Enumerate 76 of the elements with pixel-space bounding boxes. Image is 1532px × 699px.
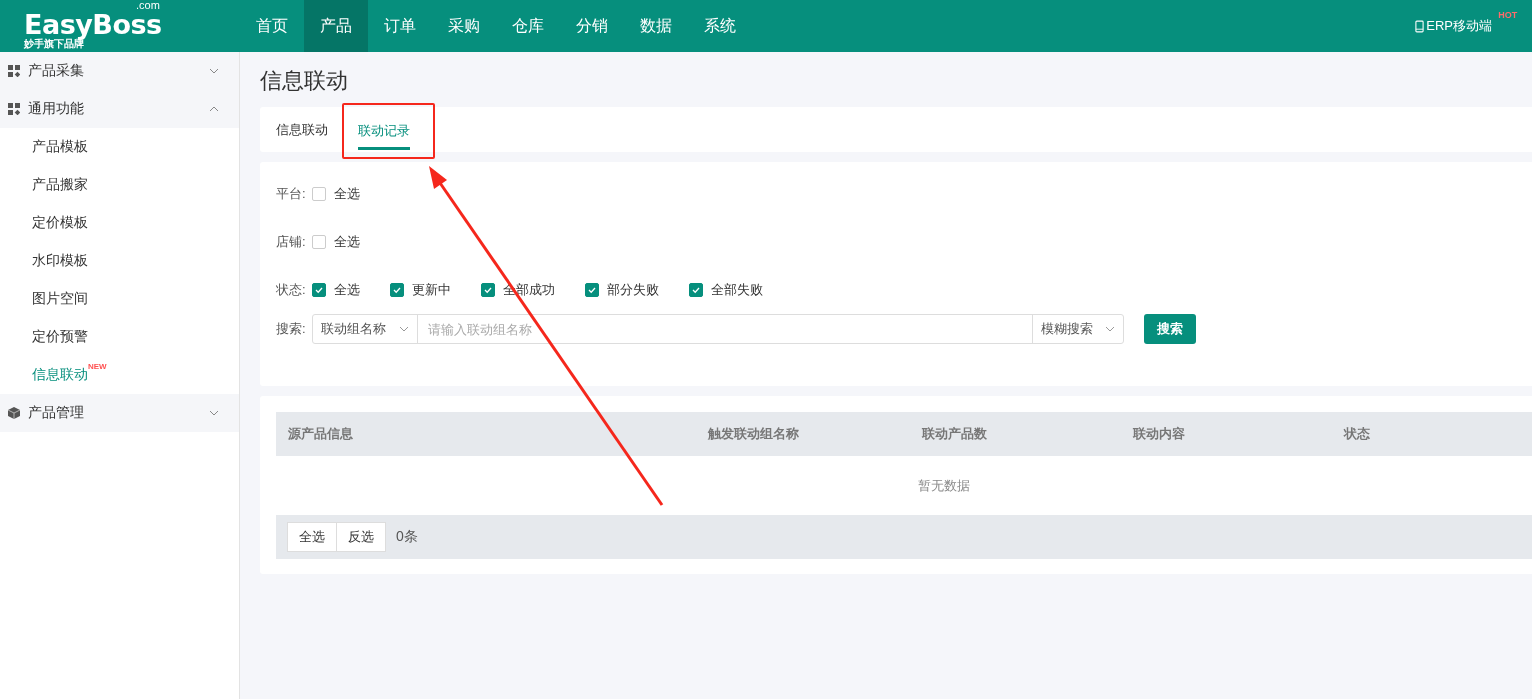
logo[interactable]: EasyBoss .com 妙手旗下品牌 <box>0 0 240 52</box>
column-header: 源产品信息 <box>288 425 353 443</box>
mode-select[interactable]: 模糊搜索 <box>1031 315 1123 343</box>
sidebar-item[interactable]: 产品搬家 <box>32 176 88 194</box>
sidebar-group[interactable]: 产品管理 <box>0 394 239 432</box>
search-label: 搜索: <box>276 320 306 338</box>
check-icon <box>313 285 324 295</box>
column-header: 状态 <box>1344 425 1370 443</box>
checkbox[interactable] <box>584 283 599 297</box>
check-icon <box>690 285 701 295</box>
nav-tab[interactable]: 数据 <box>624 0 688 52</box>
group-label: 产品管理 <box>28 404 84 422</box>
record-count: 0条 <box>396 528 418 546</box>
checkbox-label: 部分失败 <box>606 281 659 299</box>
cube-icon <box>8 407 20 419</box>
checkbox[interactable] <box>688 283 703 297</box>
phone-icon <box>1415 19 1425 33</box>
sidebar-item[interactable]: 信息联动 <box>32 366 88 384</box>
page-title: 信息联动 <box>260 67 349 95</box>
search-button[interactable]: 搜索 <box>1143 314 1196 344</box>
sidebar-item[interactable]: 图片空间 <box>32 290 88 308</box>
checkbox[interactable] <box>311 187 326 201</box>
checkbox[interactable] <box>389 283 404 297</box>
check-icon <box>391 285 402 295</box>
logo-name: EasyBoss <box>24 12 162 38</box>
sidebar-item[interactable]: 定价模板 <box>32 214 88 232</box>
chevron-icon <box>209 410 219 416</box>
nav-tab[interactable]: 分销 <box>560 0 624 52</box>
grid-icon <box>8 65 20 77</box>
checkbox-label: 更新中 <box>411 281 451 299</box>
nav-tab[interactable]: 产品 <box>304 0 368 52</box>
column-header: 联动内容 <box>1133 425 1185 443</box>
sidebar-item[interactable]: 水印模板 <box>32 252 88 270</box>
checkbox[interactable] <box>311 283 326 297</box>
filter-label: 状态: <box>276 281 306 299</box>
checkbox-label: 全选 <box>333 233 360 251</box>
chevron-icon <box>398 326 409 332</box>
nav-tab[interactable]: 订单 <box>368 0 432 52</box>
checkbox-label: 全部失败 <box>710 281 763 299</box>
group-label: 产品采集 <box>28 62 84 80</box>
check-icon <box>482 285 493 295</box>
check-icon <box>586 285 597 295</box>
field-select[interactable]: 联动组名称 <box>312 315 418 343</box>
tab[interactable]: 联动记录 <box>358 114 410 150</box>
tab[interactable]: 信息联动 <box>276 107 328 152</box>
nav-tab[interactable]: 采购 <box>432 0 496 52</box>
nav-tab[interactable]: 系统 <box>688 0 752 52</box>
group-label: 通用功能 <box>28 100 84 118</box>
filter-label: 店铺: <box>276 233 306 251</box>
empty-message: 暂无数据 <box>918 476 970 495</box>
new-label: NEW <box>88 362 107 371</box>
column-header: 联动产品数 <box>922 425 987 443</box>
sidebar-item[interactable]: 定价预警 <box>32 328 88 346</box>
chevron-icon <box>209 68 219 74</box>
search-bar[interactable]: 联动组名称 请输入联动组名称 模糊搜索 <box>311 314 1124 344</box>
sidebar-item[interactable]: 产品模板 <box>32 138 88 156</box>
chevron-icon <box>1104 326 1115 332</box>
select-button[interactable]: 反选 <box>337 522 386 552</box>
select-button[interactable]: 全选 <box>287 522 337 552</box>
nav-tab[interactable]: 首页 <box>240 0 304 52</box>
nav-tab[interactable]: 仓库 <box>496 0 560 52</box>
checkbox-label: 全选 <box>333 281 360 299</box>
checkbox[interactable] <box>311 235 326 249</box>
checkbox[interactable] <box>480 283 495 297</box>
grid-icon <box>8 103 20 115</box>
mobile-app-link[interactable]: ERP移动端 <box>1426 17 1492 35</box>
logo-tagline: 妙手旗下品牌 <box>24 38 84 50</box>
sidebar-group[interactable]: 通用功能 <box>0 90 239 128</box>
checkbox-label: 全选 <box>333 185 360 203</box>
logo-suffix: .com <box>136 0 160 11</box>
hot-label: HOT <box>1498 10 1518 20</box>
search-field[interactable]: 请输入联动组名称 <box>417 315 1032 343</box>
chevron-icon <box>209 106 219 112</box>
sidebar-group[interactable]: 产品采集 <box>0 52 239 90</box>
filter-label: 平台: <box>276 185 306 203</box>
column-header: 触发联动组名称 <box>708 425 799 443</box>
